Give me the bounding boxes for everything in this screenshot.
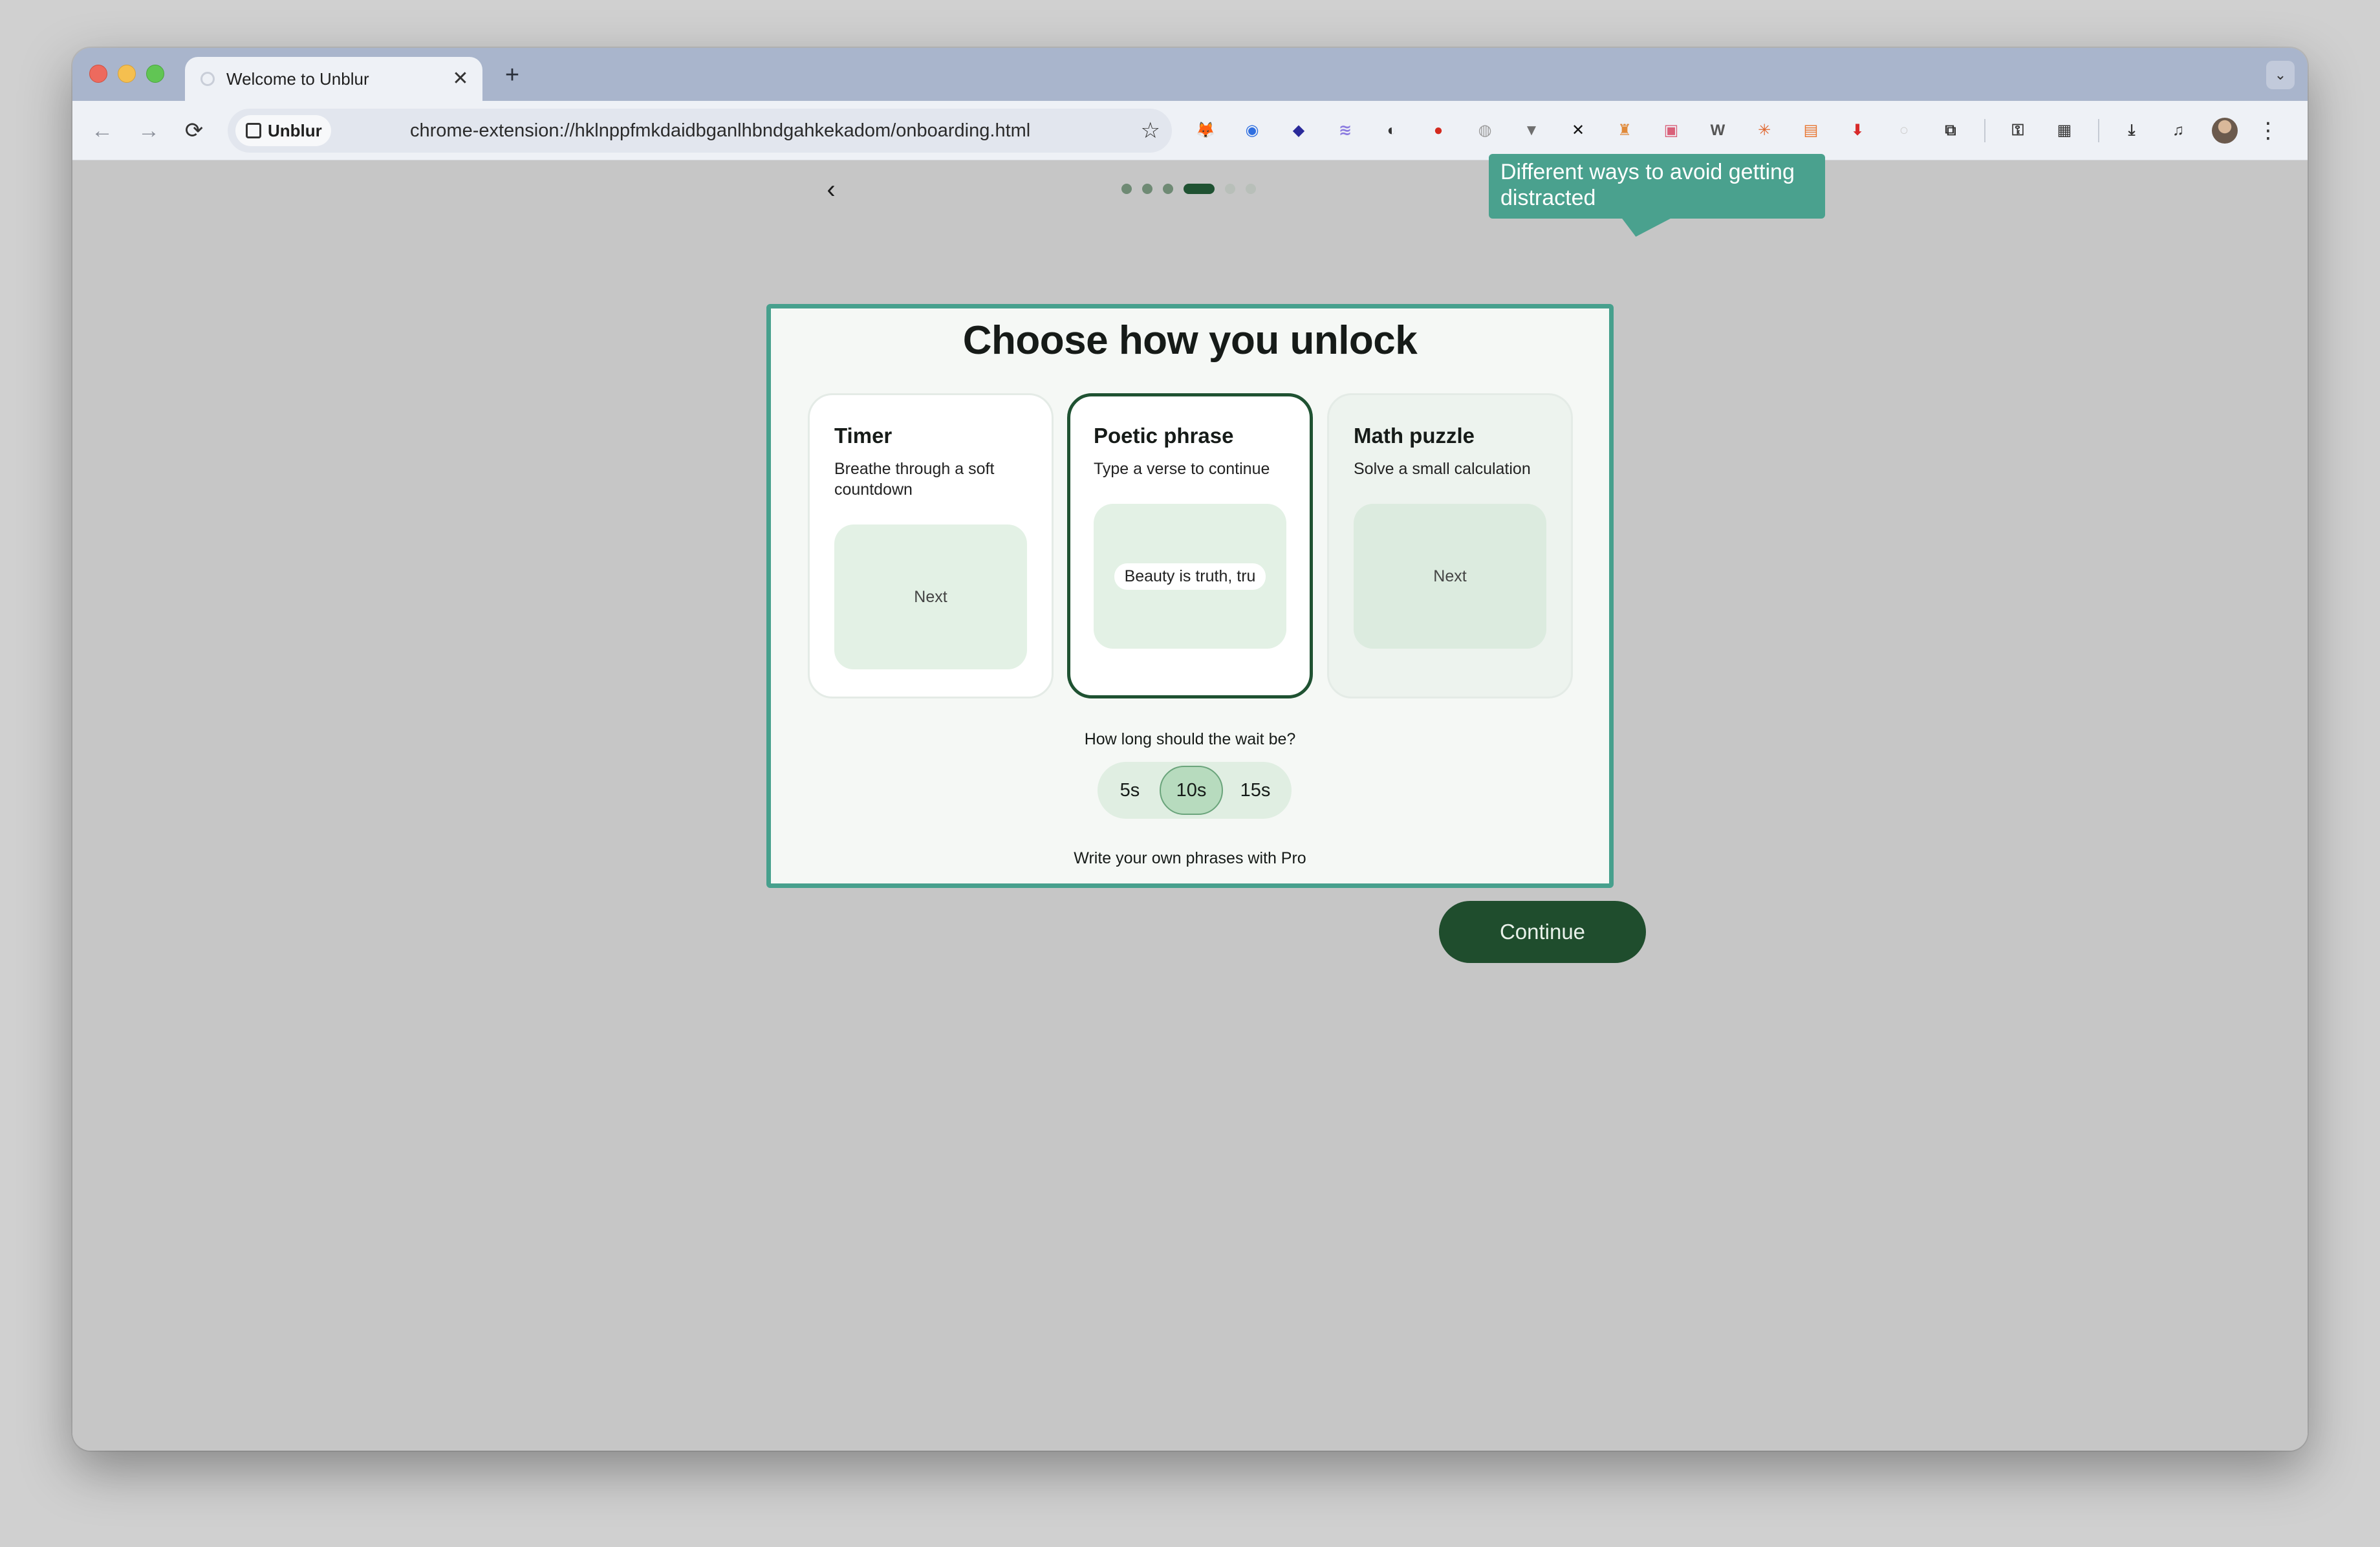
wait-duration-selector: 5s 10s 15s [1098,762,1292,819]
progress-dot [1142,184,1152,194]
site-chip-label: Unblur [268,121,322,140]
media-icon[interactable]: ♫ [2165,118,2191,144]
address-bar[interactable]: Unblur chrome-extension://hklnppfmkdaidb… [228,109,1172,153]
option-poetic-phrase[interactable]: Poetic phrase Type a verse to continue B… [1067,393,1313,698]
loading-icon[interactable]: ○ [1891,118,1917,144]
browser-menu-icon[interactable]: ⋮ [2257,118,2279,144]
progress-dot [1121,184,1132,194]
tooltip-tail [1610,217,1673,237]
zoom-window-button[interactable] [146,65,164,83]
option-description: Breathe through a soft countdown [834,460,995,499]
option-description: Solve a small calculation [1354,460,1531,478]
tab-welcome[interactable]: Welcome to Unblur ✕ [185,57,482,101]
extension-icon [246,123,261,138]
option-description: Type a verse to continue [1094,460,1270,478]
tab-strip: Welcome to Unblur ✕ + ⌄ [72,48,2308,101]
page-title: Choose how you unlock [962,318,1418,363]
minimize-window-button[interactable] [118,65,136,83]
option-preview: Next [1354,504,1546,649]
tab-close-button[interactable]: ✕ [449,67,472,91]
option-preview: Beauty is truth, tru [1094,504,1286,649]
toolbar-divider [2098,119,2099,142]
phrase-preview-text: Beauty is truth, tru [1114,563,1266,590]
pro-upsell-text[interactable]: Write your own phrases with Pro [771,849,1609,868]
profile-avatar[interactable] [2212,118,2238,144]
diamond-icon[interactable]: ◆ [1286,118,1312,144]
vee-icon[interactable]: ▼ [1519,118,1544,144]
sun-icon[interactable]: ✳ [1751,118,1777,144]
half-circle-icon[interactable]: ◐ [1379,118,1405,144]
bookmark-star-icon[interactable]: ☆ [1141,109,1160,153]
option-preview: Next [834,525,1027,669]
toolbar-divider [1984,119,1985,142]
progress-dot [1225,184,1235,194]
forward-button[interactable]: → [133,115,164,146]
blue-circle-icon[interactable]: ◉ [1239,118,1265,144]
wait-option-15s[interactable]: 15s [1223,762,1288,819]
extensions-row: 🦊 ◉ ◆ ≋ ◐ ● ◍ ▼ ✕ ♜ ▣ W ✳ ▤ ⬇ ○ ⧉ ⚿ ▦ ⤓ ♫ ⋮ [1193,114,2279,147]
download-icon[interactable]: ⤓ [2119,118,2145,144]
loading-favicon-icon [200,72,215,86]
option-title: Timer [834,424,892,448]
close-window-button[interactable] [89,65,107,83]
unlock-method-card: Choose how you unlock Timer Breathe thro… [766,304,1614,888]
puzzle-gray-icon[interactable]: ◍ [1472,118,1498,144]
onboarding-page: ‹ Different ways to avoid getting distra… [72,154,2308,1451]
reload-button[interactable]: ⟳ [178,115,210,146]
continue-button[interactable]: Continue [1439,901,1646,963]
wait-option-10s[interactable]: 10s [1160,766,1223,815]
back-chevron-icon[interactable]: ‹ [815,173,847,206]
wave-icon[interactable]: ≋ [1332,118,1358,144]
progress-dot [1246,184,1256,194]
new-tab-button[interactable]: + [499,62,525,88]
option-math-puzzle[interactable]: Math puzzle Solve a small calculation Ne… [1327,393,1573,698]
extensions-puzzle-icon[interactable]: ⧉ [1938,118,1964,144]
site-info-chip[interactable]: Unblur [235,115,331,146]
option-title: Math puzzle [1354,424,1475,448]
download-red-icon[interactable]: ⬇ [1844,118,1870,144]
pink-square-icon[interactable]: ▣ [1658,118,1684,144]
w-icon[interactable]: W [1705,118,1731,144]
tooltip: Different ways to avoid getting distract… [1489,154,1825,219]
qr-code-icon[interactable]: ▦ [2051,118,2077,144]
tab-search-button[interactable]: ⌄ [2266,61,2295,89]
wait-duration-label: How long should the wait be? [1084,730,1296,748]
url-text[interactable]: chrome-extension://hklnppfmkdaidbganlhbn… [410,109,1030,153]
password-key-icon[interactable]: ⚿ [2005,118,2031,144]
character-icon[interactable]: ♜ [1612,118,1638,144]
stop-icon[interactable]: ● [1425,118,1451,144]
back-button[interactable]: ← [87,115,118,146]
progress-dot [1163,184,1173,194]
progress-dot [1184,184,1215,194]
option-timer[interactable]: Timer Breathe through a soft countdown N… [808,393,1054,698]
metamask-icon[interactable]: 🦊 [1193,118,1218,144]
browser-toolbar: ← → ⟳ Unblur chrome-extension://hklnppfm… [72,101,2308,160]
orange-box-icon[interactable]: ▤ [1798,118,1824,144]
browser-window: Welcome to Unblur ✕ + ⌄ ← → ⟳ Unblur chr… [72,48,2308,1451]
tab-title: Welcome to Unblur [226,69,369,89]
wait-option-5s[interactable]: 5s [1100,762,1160,819]
x-logo-icon[interactable]: ✕ [1565,118,1591,144]
option-title: Poetic phrase [1094,424,1234,448]
progress-dots [1121,184,1266,194]
